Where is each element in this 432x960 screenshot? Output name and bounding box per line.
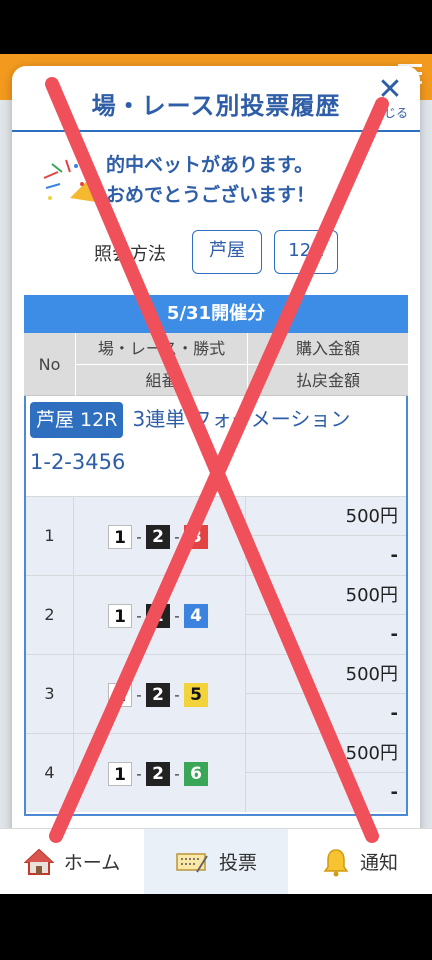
ticket-icon — [176, 852, 208, 873]
row-return: - — [246, 773, 406, 812]
modal-title: 場・レース別投票履歴 — [91, 92, 341, 120]
boat-number: 2 — [146, 604, 170, 628]
row-return: - — [246, 694, 406, 733]
query-method: 照会方法 芦屋 12R — [12, 226, 420, 276]
race-chip[interactable]: 12R — [274, 230, 338, 274]
bell-icon — [323, 848, 349, 876]
race-heading: 芦屋 12R 3連単 フォーメーション 1-2-3456 — [26, 396, 406, 496]
row-return: - — [246, 536, 406, 575]
row-combo: 1- 2- 5 — [74, 655, 246, 733]
bet-combination: 1-2-3456 — [30, 450, 126, 474]
congrats-line-2: おめでとうございます！ — [106, 184, 316, 206]
row-no: 2 — [26, 576, 74, 654]
bet-type: 3連単 フォーメーション — [132, 407, 351, 431]
app-screen: 結果メニュー 場・レース別投票履歴 ✕ 閉じる 的中ベットがあります。 おめで — [0, 54, 432, 894]
boat-number: 6 — [184, 762, 208, 786]
boat-number: 1 — [108, 683, 132, 707]
boat-number: 1 — [108, 762, 132, 786]
query-method-label: 照会方法 — [94, 244, 166, 265]
row-amount: 500円 — [246, 576, 406, 615]
home-icon — [23, 848, 54, 875]
history-table: 5/31開催分 No 場・レース・勝式 購入金額 組番 払戻金額 芦屋 12R … — [24, 295, 408, 816]
nav-home[interactable]: ホーム — [0, 829, 144, 894]
row-no: 4 — [26, 734, 74, 812]
boat-number: 4 — [184, 604, 208, 628]
table-header: No 場・レース・勝式 購入金額 組番 払戻金額 — [24, 333, 408, 396]
race-tag-link[interactable]: 芦屋 12R — [30, 402, 124, 438]
venue-chip[interactable]: 芦屋 — [192, 230, 262, 274]
boat-number: 3 — [184, 525, 208, 549]
nav-notify-label: 通知 — [359, 852, 398, 874]
date-header: 5/31開催分 — [24, 295, 408, 333]
row-amount: 500円 — [246, 497, 406, 536]
race-block: 芦屋 12R 3連単 フォーメーション 1-2-3456 1 1- 2- 3 5… — [24, 396, 408, 816]
nav-notify[interactable]: 通知 — [288, 829, 432, 894]
congrats-line-1: 的中ベットがあります。 — [106, 154, 314, 176]
boat-number: 2 — [146, 525, 170, 549]
congrats-message: 的中ベットがあります。 おめでとうございます！ — [40, 146, 400, 216]
boat-number: 1 — [108, 604, 132, 628]
row-amount: 500円 — [246, 655, 406, 694]
boat-number: 2 — [146, 683, 170, 707]
header-combo: 組番 — [76, 365, 248, 396]
row-no: 3 — [26, 655, 74, 733]
nav-vote[interactable]: 投票 — [144, 829, 288, 894]
row-amount: 500円 — [246, 734, 406, 773]
boat-number: 5 — [184, 683, 208, 707]
table-row: 2 1- 2- 4 500円 - — [26, 575, 406, 654]
close-button[interactable]: ✕ 閉じる — [366, 74, 414, 126]
party-popper-icon — [43, 159, 96, 202]
table-row: 1 1- 2- 3 500円 - — [26, 496, 406, 575]
nav-home-label: ホーム — [63, 852, 121, 874]
row-no: 1 — [26, 497, 74, 575]
table-row: 4 1- 2- 6 500円 - — [26, 733, 406, 812]
row-combo: 1- 2- 3 — [74, 497, 246, 575]
row-return: - — [246, 615, 406, 654]
close-label: 閉じる — [371, 106, 408, 120]
row-combo: 1- 2- 6 — [74, 734, 246, 812]
boat-number: 2 — [146, 762, 170, 786]
header-race: 場・レース・勝式 — [76, 333, 248, 364]
table-row: 3 1- 2- 5 500円 - — [26, 654, 406, 733]
bottom-navigation: ホーム 投票 通知 — [0, 828, 432, 894]
row-combo: 1- 2- 4 — [74, 576, 246, 654]
boat-number: 1 — [108, 525, 132, 549]
voting-history-modal: 場・レース別投票履歴 ✕ 閉じる 的中ベットがあります。 おめでとうございます！ — [12, 66, 420, 846]
nav-vote-label: 投票 — [218, 852, 257, 874]
title-divider — [12, 130, 420, 132]
header-return: 払戻金額 — [295, 371, 360, 390]
close-icon: ✕ — [377, 72, 403, 107]
header-amount: 購入金額 — [295, 339, 360, 358]
header-no: No — [24, 333, 76, 396]
